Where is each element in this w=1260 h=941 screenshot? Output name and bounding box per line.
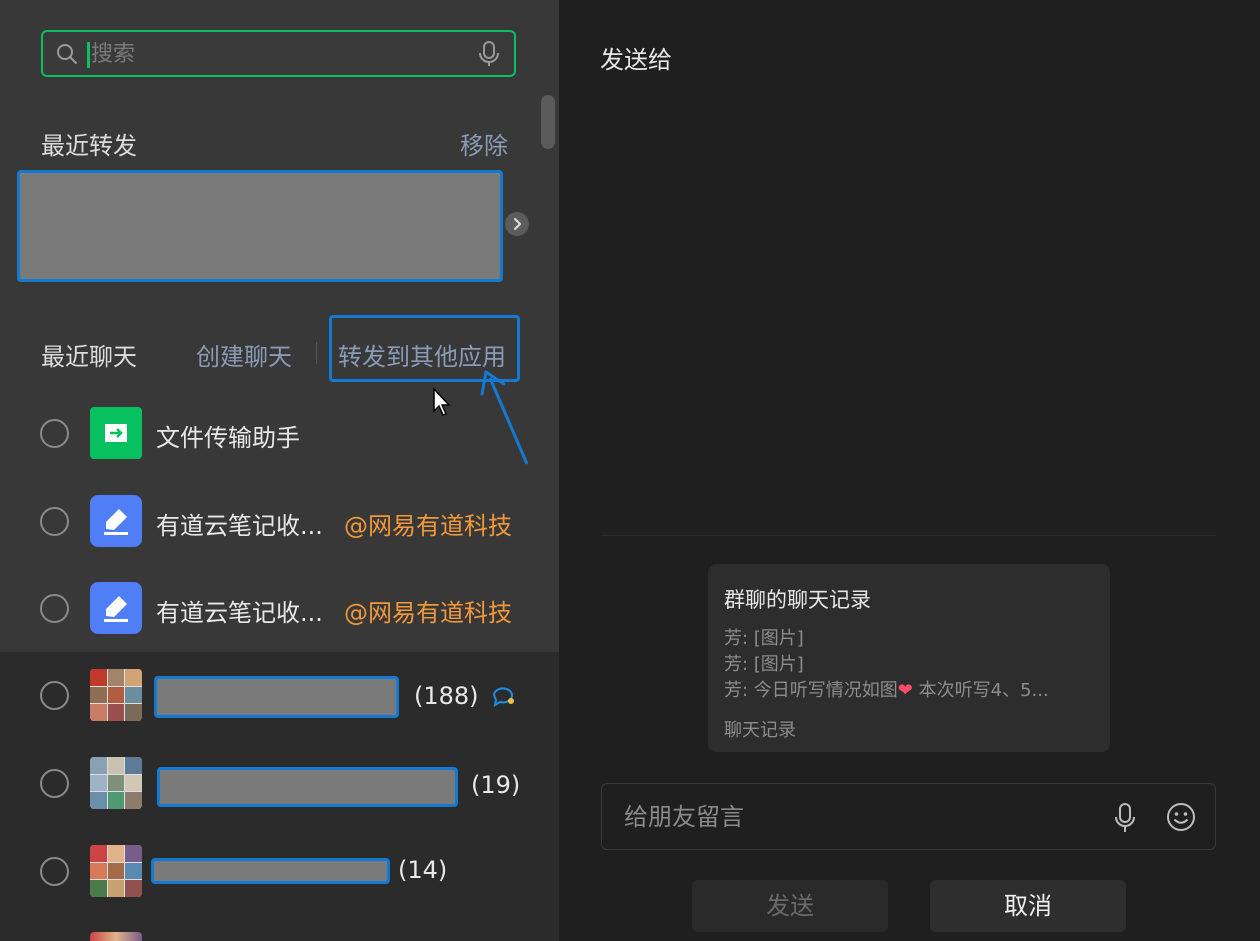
pencil-icon <box>104 596 128 622</box>
divider <box>601 535 1216 536</box>
group-avatar-partial <box>90 932 142 941</box>
cancel-button[interactable]: 取消 <box>930 880 1126 932</box>
select-radio[interactable] <box>40 419 69 448</box>
chat-row[interactable]: (188) <box>0 655 559 735</box>
create-chat-link[interactable]: 创建聊天 <box>196 337 292 372</box>
youdao-note-avatar <box>90 582 142 634</box>
chat-name: 有道云笔记收... <box>156 599 323 627</box>
message-box[interactable] <box>601 783 1216 850</box>
send-panel: 发送给 群聊的聊天记录 芳: [图片] 芳: [图片] 芳: 今日听写情况如图❤… <box>559 0 1260 941</box>
chat-bubble-icon <box>492 687 514 708</box>
chat-row[interactable]: 有道云笔记收... @网易有道科技 <box>0 568 559 648</box>
card-line-text: 芳: 今日听写情况如图 <box>724 680 898 701</box>
send-button[interactable]: 发送 <box>692 880 888 932</box>
scrollbar-thumb[interactable] <box>541 95 555 149</box>
link-separator <box>316 342 317 364</box>
select-radio[interactable] <box>40 769 69 798</box>
chat-row[interactable]: (14) <box>0 831 559 911</box>
group-avatar <box>90 669 142 721</box>
chat-name: 有道云笔记收... <box>156 512 323 540</box>
member-count: (14) <box>398 856 448 884</box>
org-tag: @网易有道科技 <box>344 512 512 540</box>
card-line-3: 芳: 今日听写情况如图❤ 本次听写4、5... <box>724 676 1049 702</box>
chat-row[interactable]: 文件传输助手 <box>0 393 559 473</box>
file-transfer-avatar <box>90 407 142 459</box>
remove-link[interactable]: 移除 <box>460 126 508 161</box>
select-radio[interactable] <box>40 594 69 623</box>
card-line: 芳: [图片] <box>724 654 804 675</box>
member-count: (188) <box>414 682 479 710</box>
chat-row[interactable]: 有道云笔记收... @网易有道科技 <box>0 481 559 561</box>
member-count: (19) <box>471 771 521 799</box>
org-tag: @网易有道科技 <box>344 599 512 627</box>
redacted-group-name <box>151 858 390 884</box>
emoji-icon[interactable] <box>1165 801 1197 833</box>
message-input[interactable] <box>624 800 1094 834</box>
redacted-group-name <box>154 676 399 718</box>
recent-forward-title: 最近转发 <box>41 132 137 160</box>
heart-icon: ❤ <box>897 680 913 701</box>
select-radio[interactable] <box>40 681 69 710</box>
microphone-icon[interactable] <box>1114 803 1136 833</box>
card-title: 群聊的聊天记录 <box>724 588 871 612</box>
group-avatar <box>90 845 142 897</box>
search-icon <box>57 44 77 64</box>
file-transfer-icon <box>105 424 127 442</box>
text-caret <box>87 42 90 68</box>
youdao-note-avatar <box>90 495 142 547</box>
search-box[interactable] <box>41 30 516 77</box>
group-avatar <box>90 757 142 809</box>
search-input[interactable] <box>91 38 471 70</box>
card-line: 芳: [图片] <box>724 628 804 649</box>
select-radio[interactable] <box>40 507 69 536</box>
microphone-icon[interactable] <box>478 41 500 67</box>
chat-row[interactable]: (19) <box>0 743 559 823</box>
chat-name: 文件传输助手 <box>156 424 300 452</box>
card-footer: 聊天记录 <box>724 720 796 741</box>
chat-history-card: 群聊的聊天记录 芳: [图片] 芳: [图片] 芳: 今日听写情况如图❤ 本次听… <box>708 564 1110 752</box>
contact-picker-panel: 最近转发 移除 最近聊天 创建聊天 转发到其他应用 文件传输助手 <box>0 0 559 941</box>
pencil-icon <box>104 509 128 535</box>
select-radio[interactable] <box>40 857 69 886</box>
recent-forward-redacted[interactable] <box>17 170 503 282</box>
redacted-group-name <box>157 767 458 807</box>
recent-chats-title: 最近聊天 <box>41 343 137 371</box>
card-line-suffix: 本次听写4、5... <box>912 680 1049 701</box>
send-to-title: 发送给 <box>600 46 672 74</box>
chevron-right-icon[interactable] <box>505 212 529 236</box>
